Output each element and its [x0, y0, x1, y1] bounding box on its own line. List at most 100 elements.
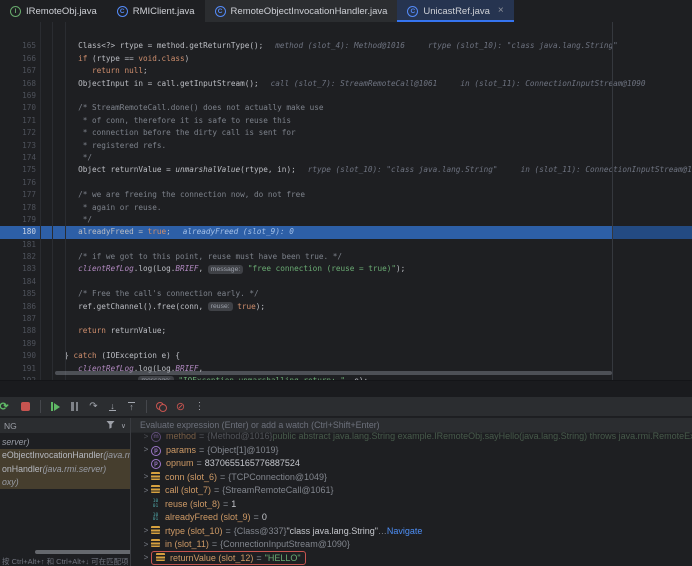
editor-tab-unicastref-java[interactable]: CUnicastRef.java×: [397, 0, 513, 22]
stack-frame[interactable]: server): [0, 435, 130, 449]
code-line[interactable]: 166 if (rtype == void.class): [0, 53, 692, 65]
stop-icon[interactable]: [19, 400, 32, 414]
code-line[interactable]: 177 /* we are freeing the connection now…: [0, 189, 692, 201]
expand-chevron-icon[interactable]: >: [141, 540, 151, 549]
line-number[interactable]: 182: [0, 251, 55, 263]
line-number[interactable]: 183: [0, 263, 55, 275]
view-breakpoints-icon[interactable]: [155, 400, 168, 414]
line-number[interactable]: 165: [0, 40, 55, 52]
code-line[interactable]: 181: [0, 239, 692, 251]
variable-row[interactable]: >conn (slot_6)={TCPConnection@1049}: [131, 470, 692, 484]
resume-icon[interactable]: [49, 400, 62, 414]
line-number[interactable]: 170: [0, 102, 55, 114]
inline-debugger-hint: alreadyFreed (slot_9): 0: [183, 227, 294, 236]
code-line[interactable]: 165 Class<?> rtype = method.getReturnTyp…: [0, 40, 692, 52]
expand-chevron-icon[interactable]: >: [141, 553, 151, 562]
line-number[interactable]: 175: [0, 164, 55, 176]
variable-row[interactable]: >in (slot_11)={ConnectionInputStream@109…: [131, 538, 692, 552]
code-line[interactable]: 170 /* StreamRemoteCall.done() does not …: [0, 102, 692, 114]
line-number[interactable]: 166: [0, 53, 55, 65]
line-number[interactable]: 180: [0, 226, 55, 238]
variable-name: alreadyFreed (slot_9): [165, 512, 251, 522]
expand-chevron-icon[interactable]: >: [141, 486, 151, 495]
line-number[interactable]: 191: [0, 363, 55, 375]
variable-row[interactable]: >call (slot_7)={StreamRemoteCall@1061}: [131, 484, 692, 498]
code-editor[interactable]: 165 Class<?> rtype = method.getReturnTyp…: [0, 22, 692, 380]
execution-line[interactable]: 180 alreadyFreed = true;alreadyFreed (sl…: [0, 226, 692, 238]
expand-chevron-icon[interactable]: >: [141, 526, 151, 535]
variable-row[interactable]: >rtype (slot_10)={Class@337} "class java…: [131, 524, 692, 538]
line-number[interactable]: 189: [0, 338, 55, 350]
code-text: [55, 177, 692, 189]
line-number[interactable]: 178: [0, 202, 55, 214]
variable-row[interactable]: popnum=8370655165776887524: [131, 457, 692, 471]
step-over-icon[interactable]: ↷: [87, 400, 100, 414]
variable-row[interactable]: 1001alreadyFreed (slot_9)=0: [131, 511, 692, 525]
line-number[interactable]: 190: [0, 350, 55, 362]
code-line[interactable]: 173 * registered refs.: [0, 140, 692, 152]
line-number[interactable]: 188: [0, 325, 55, 337]
line-number[interactable]: 179: [0, 214, 55, 226]
code-line[interactable]: 190 } catch (IOException e) {: [0, 350, 692, 362]
more-icon[interactable]: ⋮: [193, 400, 206, 414]
line-number[interactable]: 168: [0, 78, 55, 90]
code-line[interactable]: 182 /* if we got to this point, reuse mu…: [0, 251, 692, 263]
code-line[interactable]: 183 clientRefLog.log(Log.BRIEF, message:…: [0, 263, 692, 275]
expand-chevron-icon[interactable]: >: [141, 432, 151, 441]
code-line[interactable]: 172 * connection before the dirty call i…: [0, 127, 692, 139]
code-line[interactable]: 184: [0, 276, 692, 288]
rerun-icon[interactable]: ⟳: [0, 400, 13, 414]
line-number[interactable]: 181: [0, 239, 55, 251]
line-number[interactable]: 167: [0, 65, 55, 77]
code-line[interactable]: 179 */: [0, 214, 692, 226]
variable-row[interactable]: >pparams={Object[1]@1019}: [131, 443, 692, 457]
code-line[interactable]: 175 Object returnValue = unmarshalValue(…: [0, 164, 692, 176]
line-number[interactable]: 186: [0, 301, 55, 313]
line-number[interactable]: 172: [0, 127, 55, 139]
line-number[interactable]: 174: [0, 152, 55, 164]
code-line[interactable]: 176: [0, 177, 692, 189]
line-number[interactable]: 169: [0, 90, 55, 102]
pause-icon[interactable]: [68, 400, 81, 414]
step-into-icon[interactable]: ↓: [106, 400, 119, 414]
editor-tab-remoteobjectinvocationhandler-java[interactable]: CRemoteObjectInvocationHandler.java: [205, 0, 398, 22]
code-line[interactable]: 188 return returnValue;: [0, 325, 692, 337]
close-tab-icon[interactable]: ×: [498, 6, 504, 16]
editor-tab-iremoteobj-java[interactable]: IIRemoteObj.java: [0, 0, 107, 22]
line-number[interactable]: 185: [0, 288, 55, 300]
chevron-down-icon[interactable]: ∨: [121, 422, 126, 430]
code-line[interactable]: 186 ref.getChannel().free(conn, reuse: t…: [0, 301, 692, 313]
filter-icon[interactable]: [106, 420, 115, 431]
variable-row[interactable]: 1001reuse (slot_8)=1: [131, 497, 692, 511]
line-number[interactable]: 171: [0, 115, 55, 127]
navigate-link[interactable]: Navigate: [387, 526, 423, 536]
right-margin-guide: [612, 22, 613, 380]
code-line[interactable]: 171 * of conn, therefore it is safe to r…: [0, 115, 692, 127]
line-number[interactable]: 184: [0, 276, 55, 288]
line-number[interactable]: 187: [0, 313, 55, 325]
variable-row[interactable]: >returnValue (slot_12)="HELLO": [131, 551, 692, 565]
stack-frame[interactable]: oxy): [0, 476, 130, 490]
editor-tab-rmiclient-java[interactable]: CRMIClient.java: [107, 0, 205, 22]
code-line[interactable]: 174 */: [0, 152, 692, 164]
line-number[interactable]: 173: [0, 140, 55, 152]
frames-horizontal-scrollbar[interactable]: [35, 550, 130, 554]
stack-frame[interactable]: eObjectInvocationHandler (java.rmi.se: [0, 449, 130, 463]
code-line[interactable]: 185 /* Free the call's connection early.…: [0, 288, 692, 300]
code-text: [55, 239, 692, 251]
line-number[interactable]: 176: [0, 177, 55, 189]
line-number[interactable]: 177: [0, 189, 55, 201]
code-line[interactable]: 169: [0, 90, 692, 102]
stack-frame[interactable]: onHandler (java.rmi.server): [0, 462, 130, 476]
expand-chevron-icon[interactable]: >: [141, 445, 151, 454]
step-out-icon[interactable]: ↑: [125, 400, 138, 414]
mute-breakpoints-icon[interactable]: ⊘: [174, 400, 187, 414]
code-line[interactable]: 168 ObjectInput in = call.getInputStream…: [0, 78, 692, 90]
variable-row[interactable]: >mmethod={Method@1016} public abstract j…: [131, 430, 692, 444]
expand-chevron-icon[interactable]: >: [141, 472, 151, 481]
editor-horizontal-scrollbar[interactable]: [55, 371, 612, 375]
code-line[interactable]: 189: [0, 338, 692, 350]
code-line[interactable]: 167 return null;: [0, 65, 692, 77]
code-line[interactable]: 187: [0, 313, 692, 325]
code-line[interactable]: 178 * again or reuse.: [0, 202, 692, 214]
